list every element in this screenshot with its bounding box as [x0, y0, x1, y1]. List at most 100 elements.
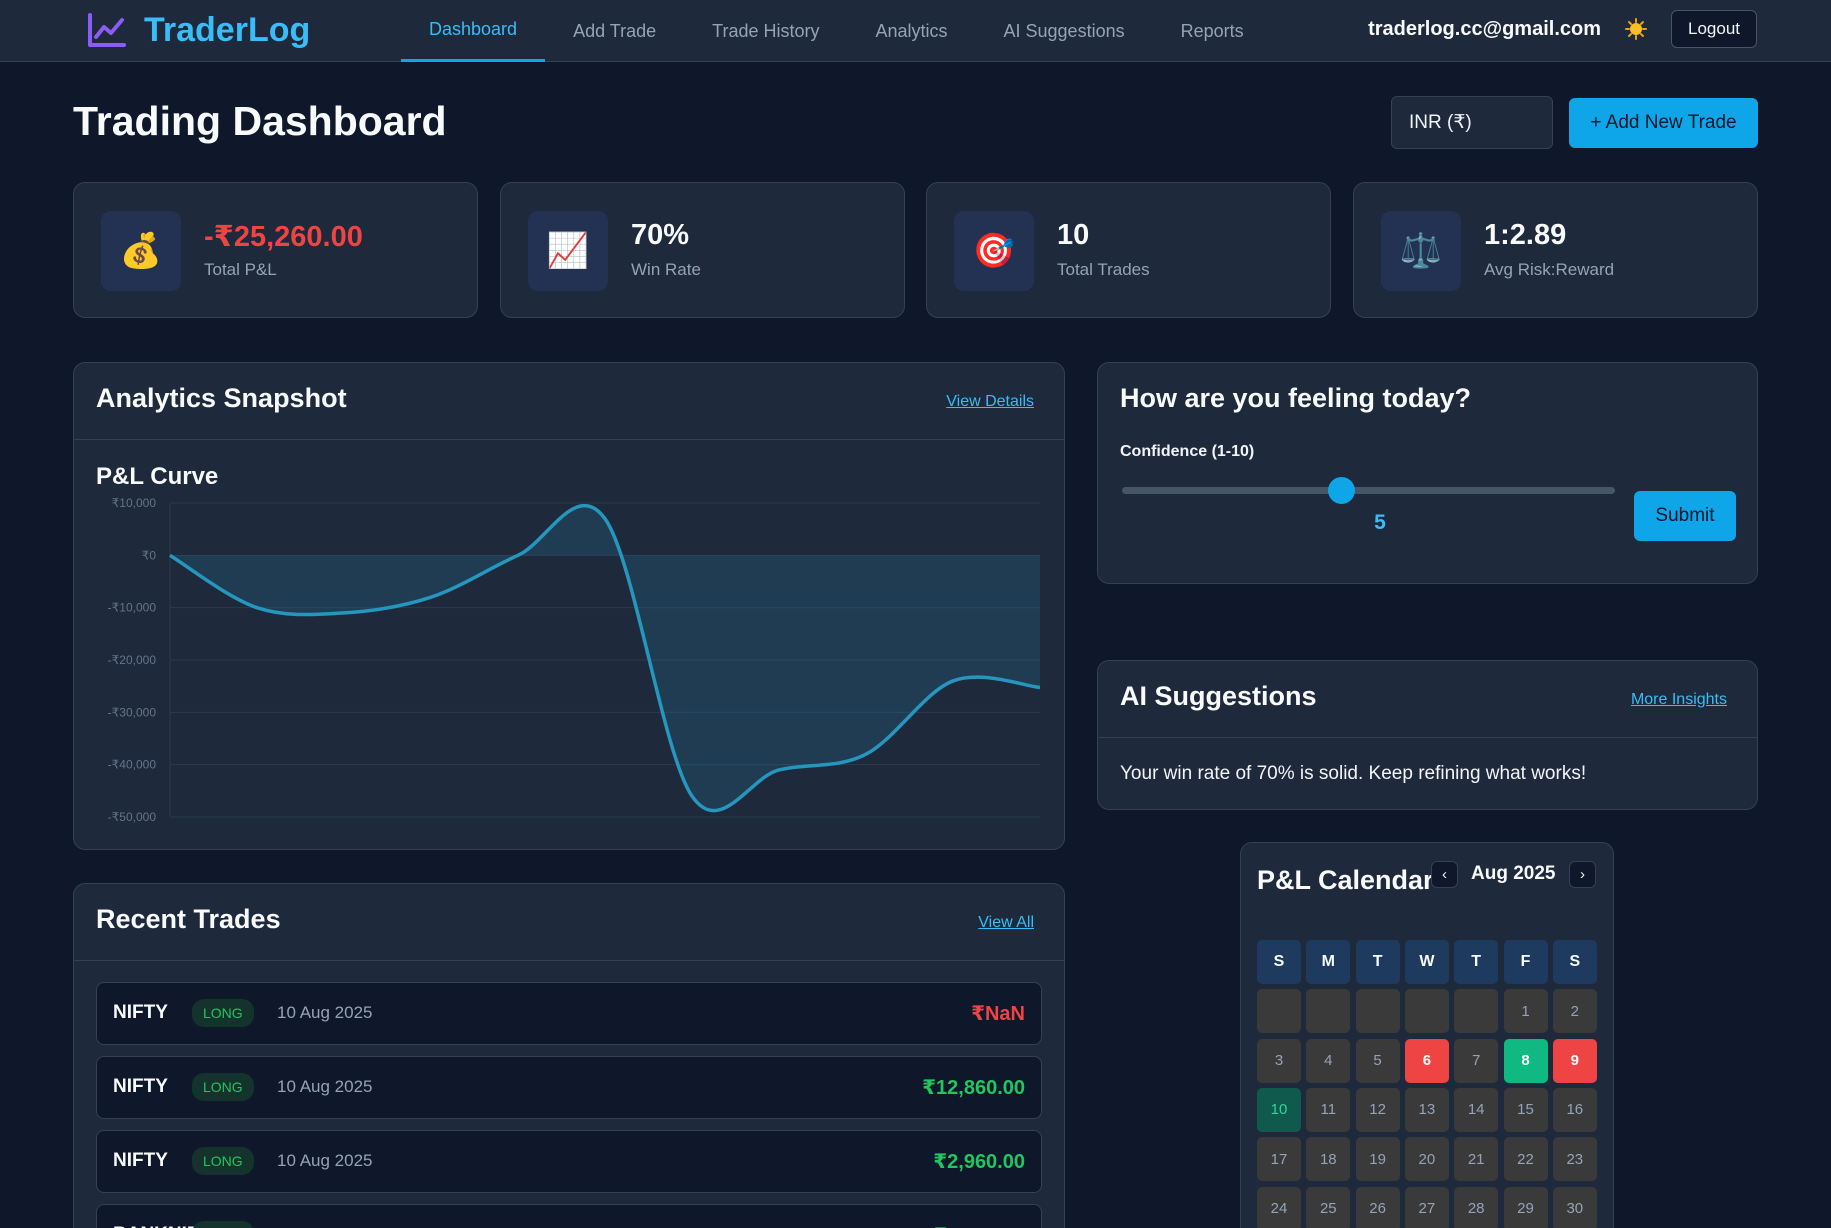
stat-card: 🎯 10 Total Trades [926, 182, 1331, 318]
confidence-slider-track[interactable] [1122, 487, 1615, 494]
calendar-weekday: M [1306, 940, 1351, 984]
calendar-day[interactable]: 4 [1306, 1038, 1351, 1083]
trade-symbol: NIFTY [113, 1076, 168, 1097]
submit-button[interactable]: Submit [1634, 491, 1736, 541]
calendar-weekday: T [1454, 940, 1499, 984]
trade-date: 10 Aug 2025 [277, 1003, 373, 1022]
more-insights-link[interactable]: More Insights [1631, 691, 1727, 709]
calendar-day[interactable]: 1 [1503, 989, 1548, 1034]
recent-trades-title: Recent Trades [96, 904, 281, 934]
trade-side-badge: LONG [192, 1073, 254, 1101]
calendar-day[interactable]: 24 [1257, 1186, 1301, 1228]
trade-row[interactable]: BANKNIFTYLONG10 Aug 2025₹3,300.00 [96, 1204, 1042, 1228]
nav-link-reports[interactable]: Reports [1153, 0, 1272, 62]
calendar-day[interactable]: 16 [1552, 1087, 1597, 1132]
trade-row[interactable]: NIFTY LONG 10 Aug 2025 ₹NaN [96, 982, 1042, 1045]
brand[interactable]: TraderLog [86, 8, 310, 52]
stat-value: 70% [631, 219, 690, 251]
calendar-day[interactable]: 7 [1454, 1038, 1499, 1083]
calendar-day[interactable]: 18 [1306, 1137, 1351, 1182]
nav-link-add-trade[interactable]: Add Trade [545, 0, 684, 62]
stat-value: -₹25,260.00 [204, 221, 363, 253]
recent-trades-header: Recent Trades View All [74, 884, 1064, 961]
calendar-day[interactable]: 5 [1355, 1038, 1400, 1083]
y-tick-label: -₹30,000 [108, 705, 157, 719]
calendar-day[interactable]: 9 [1552, 1038, 1597, 1083]
calendar-day[interactable]: 15 [1503, 1087, 1548, 1132]
feeling-title: How are you feeling today? [1120, 383, 1472, 413]
navbar: TraderLog Dashboard Add Trade Trade Histor… [0, 0, 1831, 62]
calendar-day[interactable]: 3 [1257, 1038, 1301, 1083]
currency-select[interactable]: INR (₹) [1391, 96, 1553, 149]
scales-icon: ⚖️ [1381, 211, 1461, 291]
calendar-day[interactable]: 28 [1454, 1186, 1499, 1228]
calendar-prev-button[interactable]: ‹ [1431, 861, 1458, 888]
page-title: Trading Dashboard [73, 98, 447, 144]
calendar-day[interactable]: 10 [1257, 1087, 1301, 1132]
calendar-day[interactable]: 22 [1503, 1137, 1548, 1182]
calendar-day[interactable]: 26 [1355, 1186, 1400, 1228]
stat-label: Win Rate [631, 260, 701, 279]
stat-value: 1:2.89 [1484, 219, 1567, 251]
trade-side-badge: LONG [192, 1221, 254, 1228]
calendar-day[interactable]: 23 [1552, 1137, 1597, 1182]
trade-row[interactable]: NIFTY LONG 10 Aug 2025 ₹12,860.00 [96, 1056, 1042, 1119]
calendar-day[interactable]: 21 [1454, 1137, 1499, 1182]
calendar-month: Aug 2025 [1471, 863, 1556, 884]
calendar-blank-cell [1355, 989, 1400, 1034]
sun-icon[interactable] [1625, 18, 1647, 40]
stat-card: 💰 -₹25,260.00 Total P&L [73, 182, 478, 318]
feeling-panel: How are you feeling today? Confidence (1… [1097, 362, 1758, 584]
nav-link-trade-history[interactable]: Trade History [684, 0, 847, 62]
chart-up-icon: 📈 [528, 211, 608, 291]
trade-pnl: ₹12,860.00 [922, 1077, 1025, 1099]
calendar-day[interactable]: 14 [1454, 1087, 1499, 1132]
pnl-curve-chart: ₹10,000 ₹0 -₹10,000 -₹20,000 -₹30,000 -₹40,00… [108, 496, 1041, 824]
stat-label: Avg Risk:Reward [1484, 260, 1615, 279]
calendar-weekday: S [1552, 940, 1597, 984]
chart-logo-icon [88, 13, 126, 47]
calendar-day[interactable]: 30 [1552, 1186, 1597, 1228]
calendar-blank-cell [1404, 989, 1449, 1034]
y-tick-label: -₹40,000 [108, 758, 157, 772]
calendar-next-button[interactable]: › [1569, 861, 1596, 888]
calendar-day[interactable]: 8 [1503, 1038, 1548, 1083]
calendar-day[interactable]: 20 [1404, 1137, 1449, 1182]
target-icon: 🎯 [954, 211, 1034, 291]
stat-card: 📈 70% Win Rate [500, 182, 905, 318]
stat-label: Total Trades [1057, 260, 1150, 279]
confidence-label: Confidence (1-10) [1120, 443, 1255, 460]
ai-panel-header: AI Suggestions More Insights [1098, 661, 1757, 738]
calendar-day[interactable]: 19 [1355, 1137, 1400, 1182]
add-new-trade-button[interactable]: + Add New Trade [1569, 98, 1758, 148]
confidence-slider-thumb[interactable] [1328, 477, 1356, 504]
calendar-day[interactable]: 17 [1257, 1137, 1301, 1182]
calendar-day[interactable]: 2 [1552, 989, 1597, 1034]
nav-link-analytics[interactable]: Analytics [847, 0, 975, 62]
calendar-day[interactable]: 27 [1404, 1186, 1449, 1228]
calendar-day[interactable]: 11 [1306, 1087, 1351, 1132]
trade-symbol: NIFTY [113, 1150, 168, 1171]
calendar-weekday: W [1404, 940, 1449, 984]
brand-name: TraderLog [144, 10, 311, 49]
calendar-day[interactable]: 13 [1404, 1087, 1449, 1132]
y-tick-label: ₹10,000 [112, 496, 157, 510]
trade-pnl: ₹NaN [971, 1003, 1025, 1025]
confidence-value: 5 [1374, 511, 1386, 534]
nav-user-area: traderlog.cc@gmail.com Logout [1368, 9, 1757, 49]
calendar-day[interactable]: 6 [1404, 1038, 1449, 1083]
stat-label: Total P&L [204, 260, 277, 279]
pnl-calendar-panel: P&L Calendar ‹ Aug 2025 › SMTWTFS1234567… [1240, 842, 1614, 1228]
calendar-day[interactable]: 29 [1503, 1186, 1548, 1228]
stat-card: ⚖️ 1:2.89 Avg Risk:Reward [1353, 182, 1758, 318]
calendar-day[interactable]: 12 [1355, 1087, 1400, 1132]
calendar-blank-cell [1454, 989, 1499, 1034]
trade-side-badge: LONG [192, 1147, 254, 1175]
logout-button[interactable]: Logout [1671, 10, 1757, 48]
calendar-day[interactable]: 25 [1306, 1186, 1351, 1228]
trade-row[interactable]: NIFTY LONG 10 Aug 2025 ₹2,960.00 [96, 1130, 1042, 1193]
nav-link-dashboard[interactable]: Dashboard [401, 0, 546, 62]
nav-link-ai-suggestions[interactable]: AI Suggestions [976, 0, 1153, 62]
view-all-link[interactable]: View All [978, 914, 1034, 932]
stat-value: 10 [1057, 219, 1090, 251]
